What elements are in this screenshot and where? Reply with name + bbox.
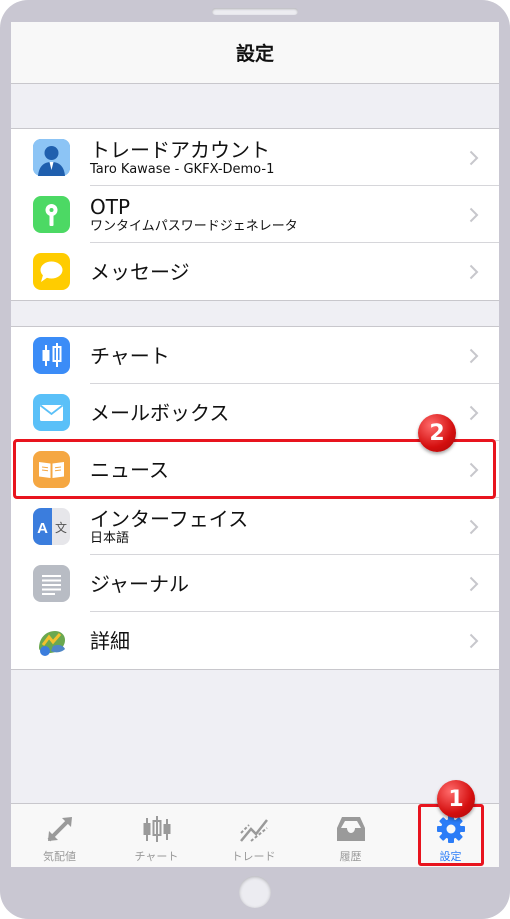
chevron-right-icon: [469, 633, 479, 649]
tab-label: 気配値: [43, 850, 76, 863]
settings-group-account: トレードアカウント Taro Kawase - GKFX-Demo-1 OTP: [11, 128, 499, 301]
chevron-right-icon: [469, 519, 479, 535]
chevron-right-icon: [469, 207, 479, 223]
svg-text:文: 文: [55, 520, 67, 535]
tab-quotes[interactable]: 気配値: [11, 804, 108, 867]
settings-item-title: チャート: [90, 343, 170, 368]
svg-text:A: A: [37, 520, 48, 537]
settings-item-title: メールボックス: [90, 400, 230, 425]
person-icon: [33, 139, 70, 176]
step-badge-1: 1: [437, 780, 475, 818]
settings-item-messages[interactable]: メッセージ: [11, 243, 499, 300]
navigation-bar: 設定: [11, 22, 499, 84]
tab-bar: 気配値 チャート トレード 履歴 設定: [11, 803, 499, 867]
candlestick-icon: [33, 337, 70, 374]
settings-item-subtitle: ワンタイムパスワードジェネレータ: [90, 218, 298, 234]
page-title: 設定: [235, 43, 274, 65]
settings-item-title: ジャーナル: [90, 571, 189, 596]
trade-chart-icon: [239, 819, 268, 842]
envelope-icon: [33, 394, 70, 431]
chevron-right-icon: [469, 405, 479, 421]
chevron-right-icon: [469, 576, 479, 592]
chevron-right-icon: [469, 150, 479, 166]
speaker: [212, 8, 298, 15]
tab-chart[interactable]: チャート: [108, 804, 205, 867]
translate-icon: A 文: [33, 508, 70, 545]
settings-item-title: OTP: [90, 194, 131, 219]
tab-trade[interactable]: トレード: [205, 804, 302, 867]
document-lines-icon: [33, 565, 70, 602]
key-icon: [33, 196, 70, 233]
chevron-right-icon: [469, 264, 479, 280]
settings-item-chart[interactable]: チャート: [11, 327, 499, 384]
settings-item-details[interactable]: 詳細: [11, 612, 499, 669]
inbox-tray-icon: [336, 817, 365, 841]
screen: 設定 トレードアカウント Taro Kawase - GKFX-Demo-1 O…: [11, 22, 499, 867]
settings-item-subtitle: 日本語: [90, 530, 130, 546]
tab-history[interactable]: 履歴: [302, 804, 399, 867]
settings-item-title: インターフェイス: [90, 506, 249, 531]
candlestick-icon: [143, 816, 170, 842]
metatrader-icon: [33, 622, 70, 659]
home-button[interactable]: [239, 876, 271, 908]
news-row-highlight-box: [13, 439, 496, 499]
settings-item-trade-account[interactable]: トレードアカウント Taro Kawase - GKFX-Demo-1: [11, 129, 499, 186]
settings-item-journal[interactable]: ジャーナル: [11, 555, 499, 612]
settings-item-otp[interactable]: OTP ワンタイムパスワードジェネレータ: [11, 186, 499, 243]
settings-item-title: メッセージ: [90, 259, 190, 284]
quotes-arrows-icon: [47, 817, 72, 842]
tab-label: チャート: [134, 850, 179, 863]
phone-frame: 設定 トレードアカウント Taro Kawase - GKFX-Demo-1 O…: [0, 0, 510, 919]
step-badge-2: 2: [418, 414, 456, 452]
speech-bubble-icon: [33, 253, 70, 290]
tab-label: 履歴: [339, 850, 362, 863]
tab-label: トレード: [231, 850, 276, 863]
settings-item-title: トレードアカウント: [90, 137, 270, 162]
chevron-right-icon: [469, 348, 479, 364]
settings-item-title: 詳細: [90, 628, 130, 653]
settings-item-subtitle: Taro Kawase - GKFX-Demo-1: [90, 161, 275, 177]
settings-item-interface[interactable]: A 文 インターフェイス 日本語: [11, 498, 499, 555]
